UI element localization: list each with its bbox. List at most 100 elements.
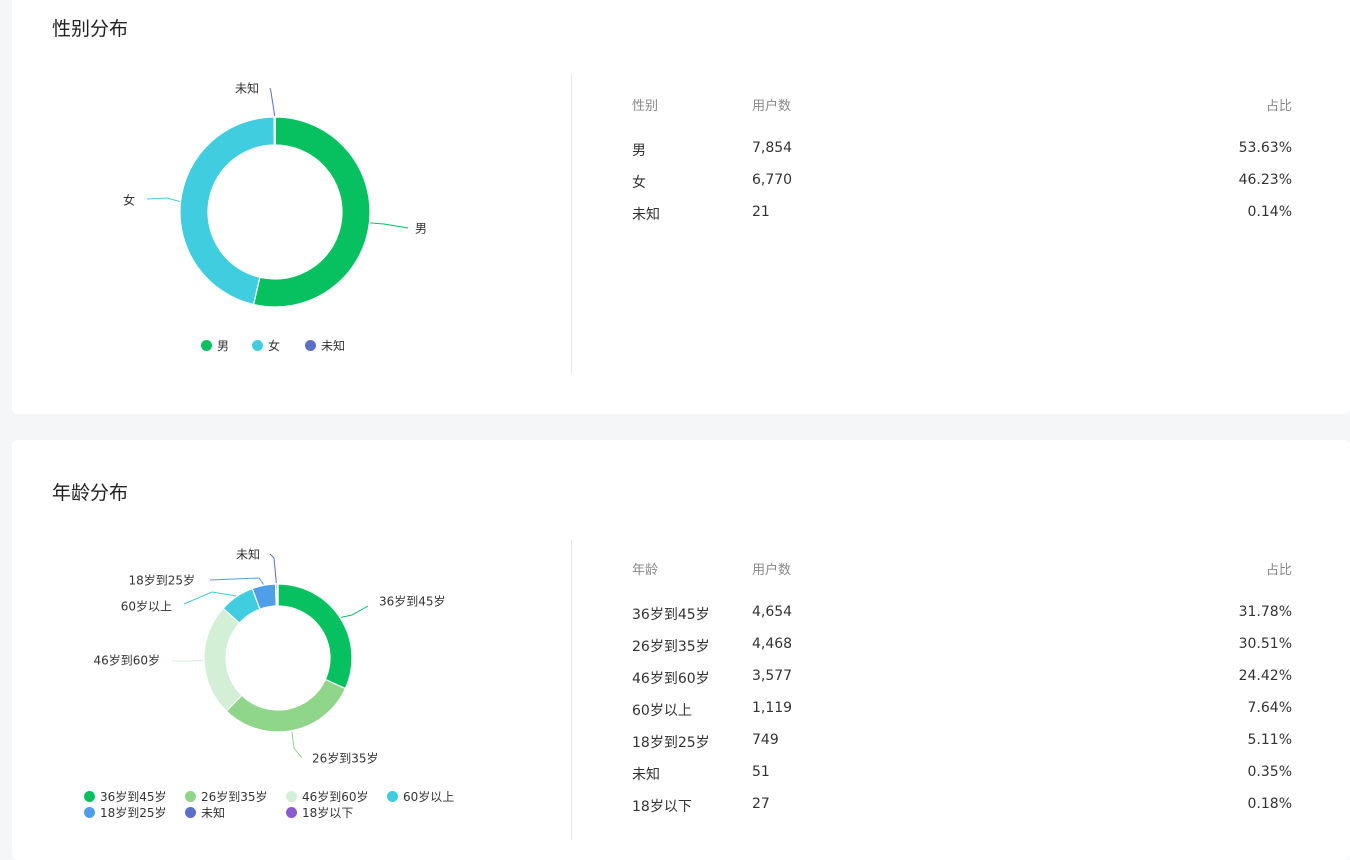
legend-item[interactable]: 18岁以下 [286, 804, 353, 821]
legend-label: 60岁以上 [403, 790, 455, 804]
legend-dot-icon [387, 791, 398, 802]
table-cell: 1,119 [752, 700, 793, 716]
table-cell: 60岁以上 [632, 703, 692, 719]
column-header: 性别 [632, 99, 659, 114]
legend-item[interactable]: 18岁到25岁 [84, 804, 167, 821]
legend-label: 46岁到60岁 [302, 790, 369, 804]
table-cell: 未知 [632, 207, 660, 223]
leader-line [269, 87, 276, 117]
table-cell: 36岁到45岁 [632, 607, 710, 623]
legend-dot-icon [201, 340, 212, 351]
table-row: 18岁以下 27 0.18% [632, 796, 1292, 816]
table-cell: 21 [752, 204, 770, 220]
table-row: 18岁到25岁 749 5.11% [632, 732, 1292, 752]
leader-line [269, 553, 277, 584]
table-row: 女 6,770 46.23% [632, 172, 1292, 192]
legend-dot-icon [84, 807, 95, 818]
table-row: 36岁到45岁 4,654 31.78% [632, 604, 1292, 624]
legend-item[interactable]: 26岁到35岁 [185, 788, 268, 805]
slice-label: 男 [415, 222, 427, 236]
legend-label: 未知 [321, 339, 346, 353]
gender-card: 性别分布 男女未知 男女未知 性别 用户数 占比男 7,854 53.63% 女 6,770… [12, 0, 1350, 414]
gender-divider [571, 74, 572, 374]
legend-dot-icon [286, 791, 297, 802]
slice-label: 46岁到60岁 [93, 653, 160, 668]
table-header: 性别 用户数 占比 [632, 95, 1292, 115]
table-cell: 46.23% [1238, 172, 1292, 188]
table-cell: 24.42% [1238, 668, 1292, 684]
table-cell: 4,654 [752, 604, 793, 620]
legend-dot-icon [185, 807, 196, 818]
table-cell: 3,577 [752, 668, 793, 684]
age-card: 年龄分布 36岁到45岁 26岁到35岁 46岁到60岁 60岁以上 18岁到25岁 未知… [12, 440, 1350, 860]
table-cell: 53.63% [1238, 140, 1292, 156]
table-row: 26岁到35岁 4,468 30.51% [632, 636, 1292, 656]
table-cell: 0.14% [1247, 204, 1292, 220]
legend-label: 18岁到25岁 [100, 806, 167, 820]
column-header: 占比 [1265, 99, 1292, 114]
slice-label: 36岁到45岁 [379, 594, 446, 609]
slice-label: 未知 [235, 82, 259, 96]
slice-label: 18岁到25岁 [128, 573, 195, 588]
table-row: 60岁以上 1,119 7.64% [632, 700, 1292, 720]
table-cell: 749 [752, 732, 779, 748]
age-divider [571, 540, 572, 840]
table-cell: 4,468 [752, 636, 793, 652]
leader-line [209, 577, 264, 585]
table-cell: 0.35% [1247, 764, 1292, 780]
legend-item[interactable]: 60岁以上 [387, 788, 454, 805]
legend-item[interactable]: 男 [201, 337, 229, 354]
legend-dot-icon [84, 791, 95, 802]
leader-line [340, 605, 369, 618]
table-cell: 女 [632, 175, 646, 191]
legend-dot-icon [286, 807, 297, 818]
column-header: 用户数 [752, 563, 792, 578]
table-cell: 未知 [632, 767, 660, 783]
table-row: 未知 51 0.35% [632, 764, 1292, 784]
donut-slice[interactable] [276, 583, 279, 607]
legend-label: 女 [268, 339, 281, 353]
column-header: 用户数 [752, 99, 792, 114]
leader-line [146, 197, 180, 202]
table-cell: 30.51% [1238, 636, 1292, 652]
table-cell: 6,770 [752, 172, 793, 188]
table-cell: 0.18% [1247, 796, 1292, 812]
leader-line [172, 659, 204, 662]
table-cell: 5.11% [1247, 732, 1292, 748]
table-row: 男 7,854 53.63% [632, 140, 1292, 160]
legend-dot-icon [185, 791, 196, 802]
leader-line [291, 731, 303, 759]
table-header: 年龄 用户数 占比 [632, 559, 1292, 579]
legend-item[interactable]: 未知 [185, 804, 225, 821]
slice-label: 60岁以上 [121, 599, 172, 614]
legend-dot-icon [305, 340, 316, 351]
column-header: 年龄 [632, 563, 659, 578]
leader-line [370, 222, 409, 229]
table-cell: 18岁以下 [632, 799, 692, 815]
legend-label: 未知 [201, 806, 226, 820]
table-cell: 27 [752, 796, 770, 812]
legend-label: 男 [217, 339, 230, 353]
donut-slice[interactable] [277, 583, 353, 690]
leader-line [183, 591, 237, 605]
legend-item[interactable]: 女 [252, 337, 280, 354]
gender-donut-chart: 男 女 未知 [123, 82, 427, 308]
table-row: 46岁到60岁 3,577 24.42% [632, 668, 1292, 688]
column-header: 占比 [1265, 563, 1292, 578]
donut-slice[interactable] [225, 678, 347, 733]
legend-item[interactable]: 36岁到45岁 [84, 788, 167, 805]
slice-label: 女 [123, 193, 135, 208]
legend-item[interactable]: 46岁到60岁 [286, 788, 369, 805]
legend-label: 36岁到45岁 [100, 790, 167, 804]
slice-label: 未知 [236, 548, 260, 562]
table-cell: 26岁到35岁 [632, 639, 710, 655]
slice-label: 26岁到35岁 [312, 751, 379, 766]
donut-slice[interactable] [203, 607, 243, 712]
table-cell: 51 [752, 764, 770, 780]
table-cell: 男 [632, 143, 646, 159]
table-cell: 7.64% [1247, 700, 1292, 716]
donut-slice[interactable] [273, 116, 276, 146]
legend-label: 18岁以下 [302, 806, 354, 820]
donut-slice[interactable] [179, 116, 276, 306]
legend-item[interactable]: 未知 [305, 337, 345, 354]
